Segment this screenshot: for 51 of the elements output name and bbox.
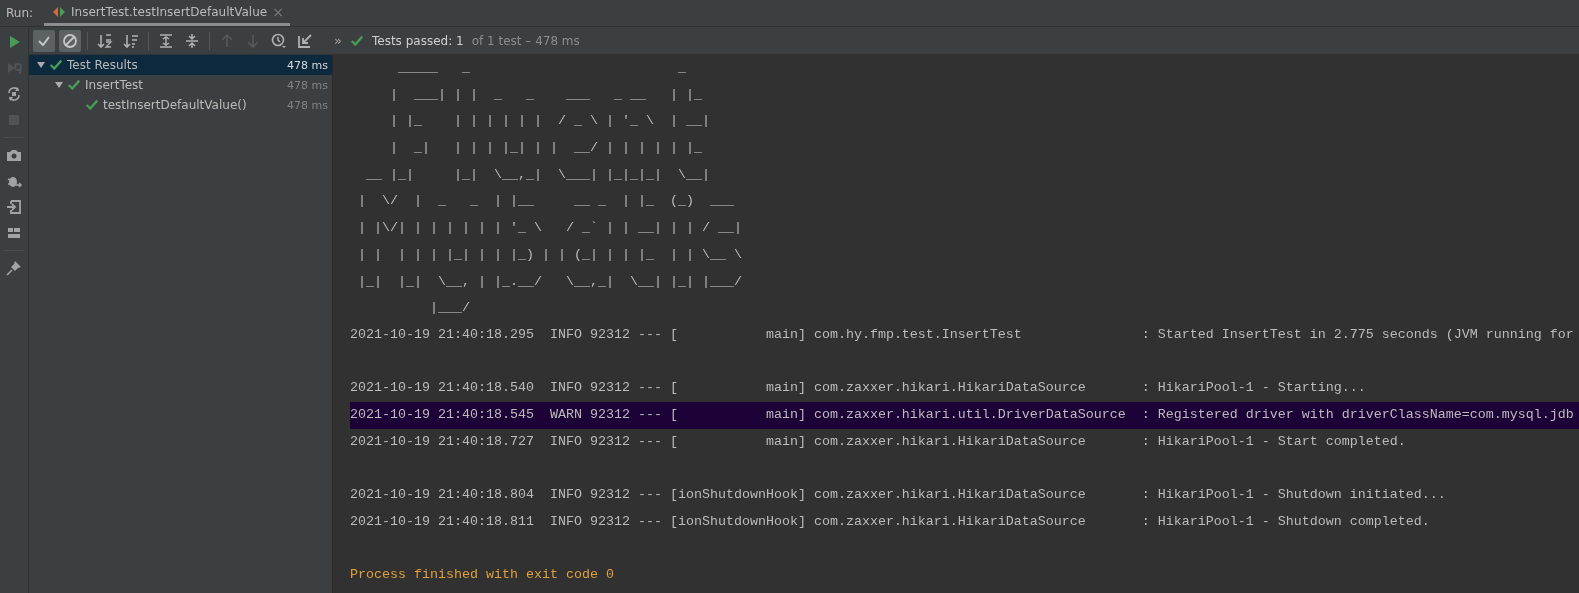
tree-item[interactable]: testInsertDefaultValue() 478 ms	[29, 95, 332, 115]
test-name: Test Results	[67, 58, 138, 72]
exit-icon	[6, 199, 22, 215]
log-line: 2021-10-19 21:40:18.295 INFO 92312 --- [ main] com.hy.fmp.test.InsertTest : Started InsertTest in 2.775 seconds (JVM running for	[350, 325, 1575, 344]
collapse-icon	[184, 32, 200, 49]
banner-line: | ___| | | _ _ ___ _ __ | |_	[389, 85, 703, 104]
run-config-icon	[52, 5, 66, 18]
sort-icon	[123, 32, 139, 49]
sort-alpha-icon	[97, 32, 113, 49]
log-line: 2021-10-19 21:40:18.811 INFO 92312 --- [ionShutdownHook] com.zaxxer.hikari.HikariDataSource : HikariPool-1 - Shutdown completed.	[350, 512, 1431, 531]
banner-line: | | | | | |_| | | |_) | | (_| | | |_ | | \__ \	[357, 245, 743, 264]
arrow-down-icon	[245, 32, 261, 49]
banner-line: | |\/| | | | | | | '_ \ / _` | | __| | | / __|	[357, 219, 743, 238]
test-detail: of 1 test – 478 ms	[471, 33, 580, 48]
test-summary: Tests passed: 1	[371, 33, 464, 48]
overflow-chevron[interactable]: »	[334, 33, 342, 48]
check-icon	[349, 33, 364, 48]
test-name: testInsertDefaultValue()	[103, 98, 247, 112]
camera-icon	[6, 147, 22, 163]
banner-line: | \/ | _ _ | |__ __ _ | |_ (_) ___	[357, 192, 735, 211]
test-name: InsertTest	[85, 78, 144, 92]
banner-line: | _| | | | |_| | | __/ | | | | | |_	[389, 139, 703, 158]
banner-line: _____ _ _	[397, 59, 687, 77]
check-icon	[85, 98, 99, 112]
banner-line: |___/	[428, 299, 471, 318]
banner-line: | |_ | | | | | | / _ \ | '_ \ | __|	[389, 112, 711, 131]
pin-icon	[6, 260, 22, 276]
test-duration: 478 ms	[287, 58, 328, 72]
banner-line: __ |_| |_| \__,_| \___| |_|_|_| \__|	[365, 165, 711, 184]
check-icon	[67, 78, 81, 92]
exit-message: Process finished with exit code 0	[350, 566, 615, 585]
banner-line: |_| |_| \__, | |_.__/ \__,_| \__| |_| |___/	[357, 272, 743, 291]
log-line: 2021-10-19 21:40:18.804 INFO 92312 --- [ionShutdownHook] com.zaxxer.hikari.HikariDataSource : HikariPool-1 - Shutdown initiated...	[350, 486, 1447, 504]
arrow-up-icon	[219, 32, 235, 49]
layout-icon	[6, 225, 22, 241]
test-duration: 478 ms	[287, 78, 328, 92]
tree-item[interactable]: InsertTest 478 ms	[29, 75, 332, 95]
import-icon	[297, 32, 313, 49]
check-icon	[49, 58, 63, 72]
expand-icon	[158, 32, 174, 49]
run-label: Run:	[6, 6, 35, 20]
run-tab[interactable]: InsertTest.testInsertDefaultValue ×	[44, 0, 290, 26]
clock-icon	[271, 32, 287, 49]
log-line: 2021-10-19 21:40:18.727 INFO 92312 --- [ main] com.zaxxer.hikari.HikariDataSource : HikariPool-1 - Start completed.	[350, 432, 1407, 451]
show-passed-button[interactable]	[33, 29, 55, 52]
tree-item[interactable]: Test Results 478 ms	[29, 55, 332, 75]
test-duration: 478 ms	[287, 98, 328, 112]
log-line: 2021-10-19 21:40:18.540 INFO 92312 --- [ main] com.zaxxer.hikari.HikariDataSource : HikariPool-1 - Starting...	[350, 379, 1367, 398]
show-ignored-button[interactable]	[59, 29, 81, 52]
refresh-icon	[6, 86, 22, 102]
ban-icon	[62, 32, 78, 49]
